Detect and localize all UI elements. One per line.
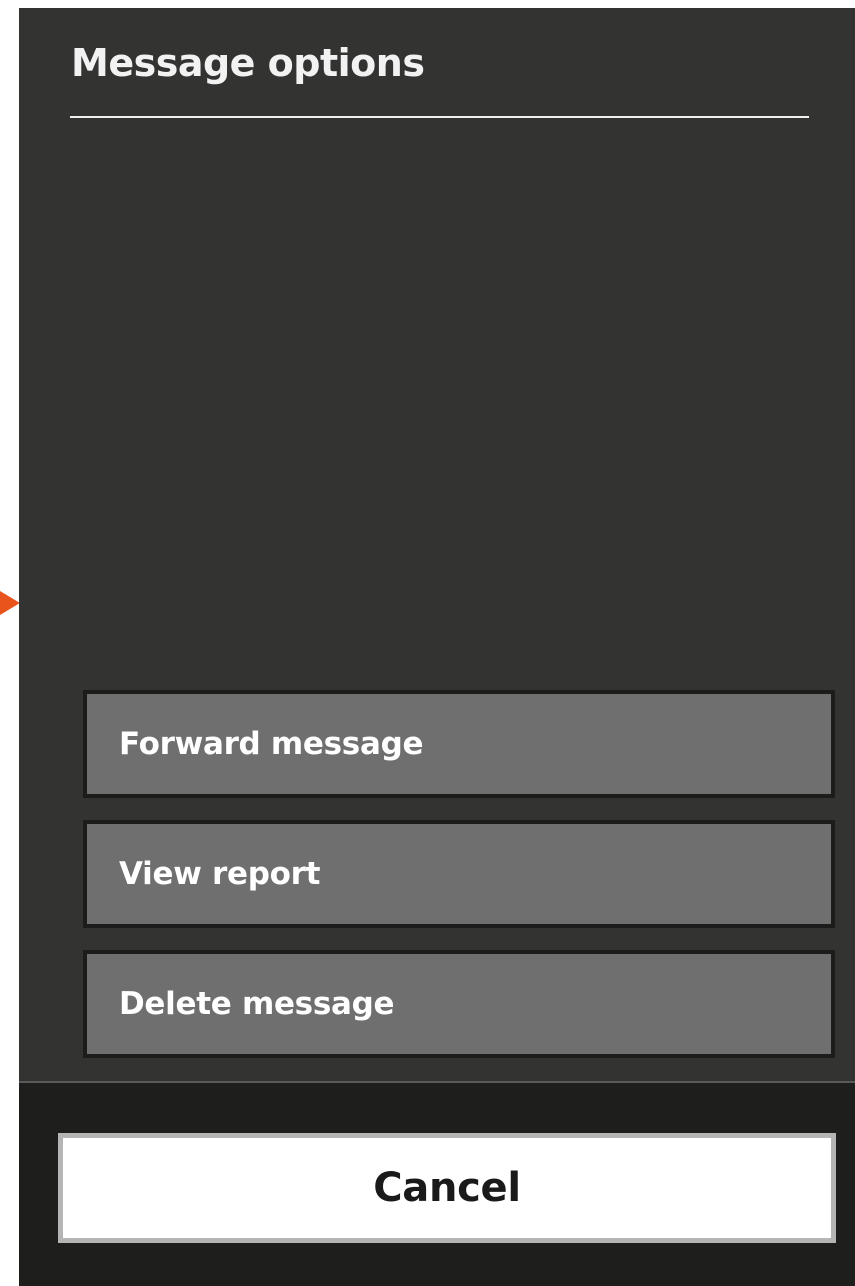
dialog-title: Message options — [71, 41, 425, 85]
delete-message-button[interactable]: Delete message — [83, 950, 835, 1058]
delete-message-label: Delete message — [119, 986, 395, 1022]
view-report-button[interactable]: View report — [83, 820, 835, 928]
forward-message-button[interactable]: Forward message — [83, 690, 835, 798]
cancel-button[interactable]: Cancel — [58, 1133, 836, 1243]
forward-message-label: Forward message — [119, 726, 424, 762]
dialog-footer: Cancel — [19, 1081, 855, 1286]
view-report-label: View report — [119, 856, 321, 892]
message-options-dialog: Message options Forward message View rep… — [19, 8, 855, 1286]
cancel-label: Cancel — [373, 1165, 521, 1211]
pointer-arrow-icon — [0, 591, 20, 615]
title-divider — [70, 116, 809, 118]
